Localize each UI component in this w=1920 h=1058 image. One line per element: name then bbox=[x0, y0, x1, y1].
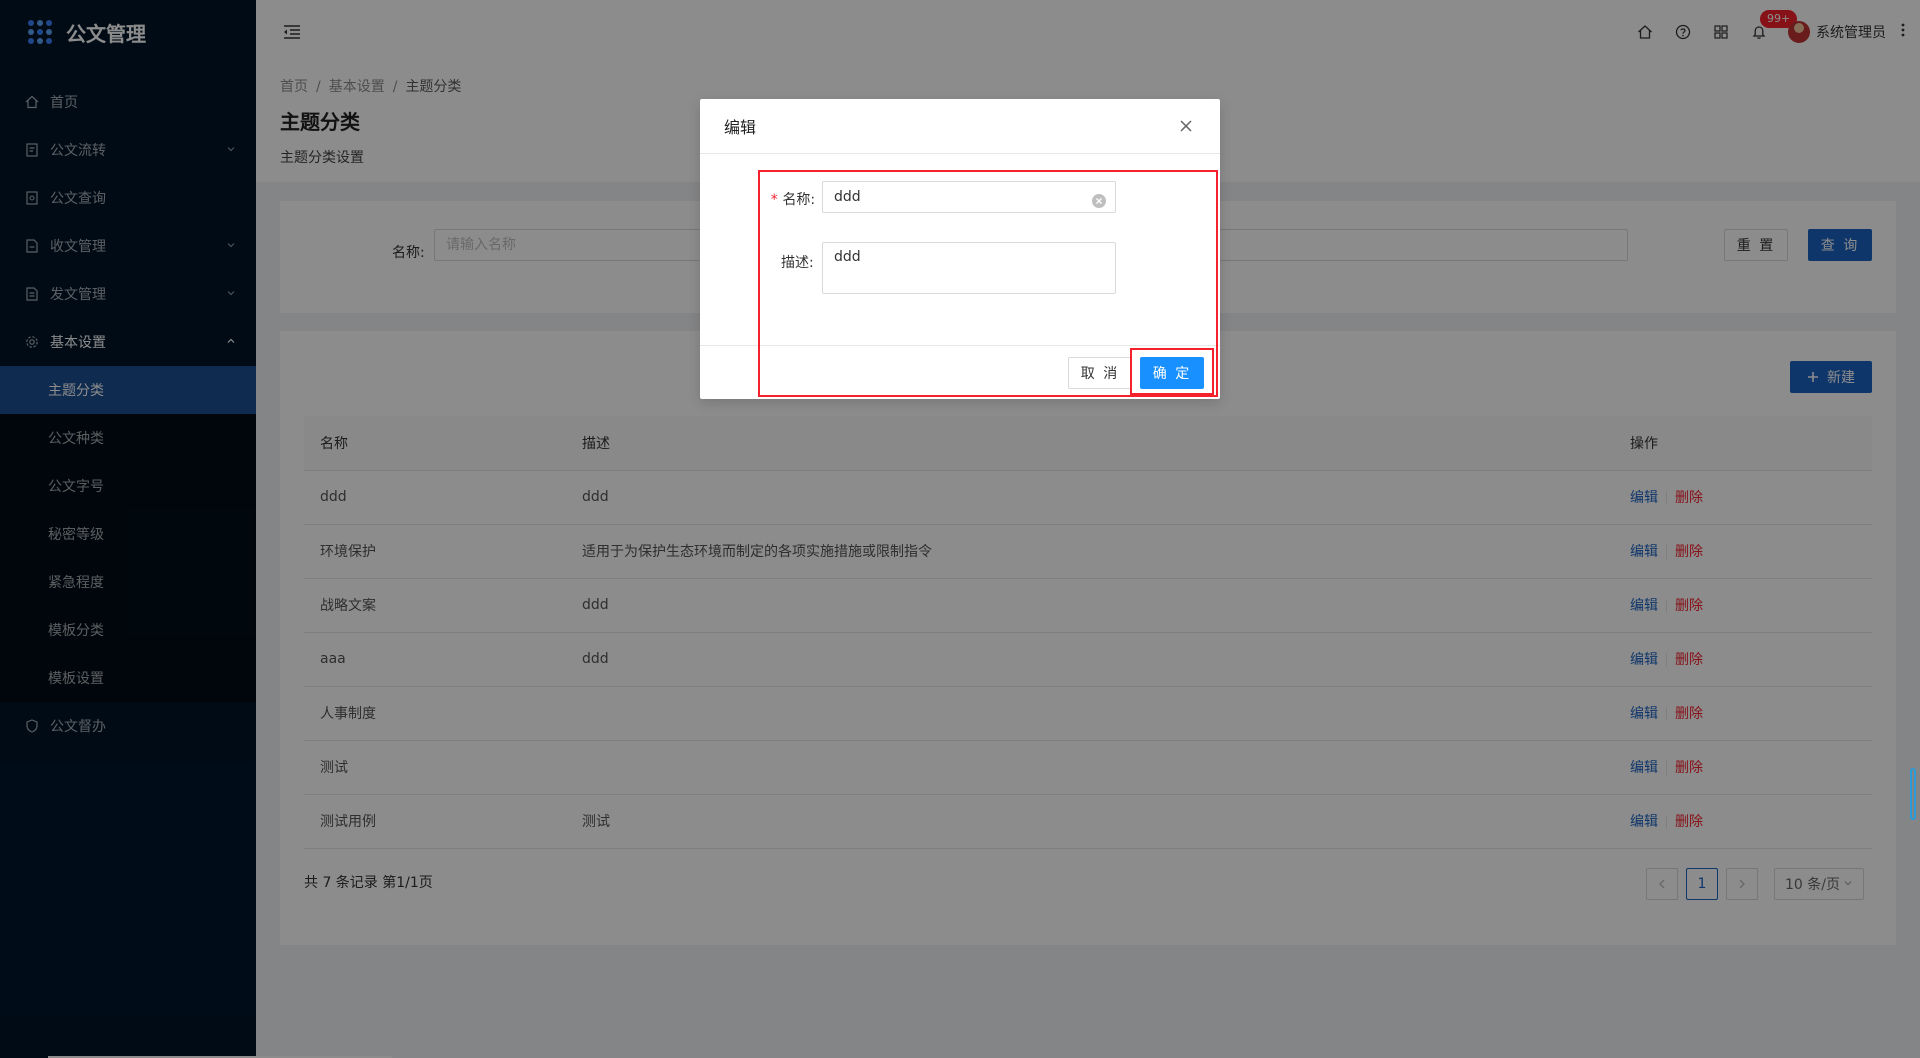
edit-modal: 编辑 *名称: 描述: 取 消 确 定 bbox=[700, 99, 1220, 399]
clear-input-icon[interactable] bbox=[1092, 194, 1106, 208]
modal-header: 编辑 bbox=[700, 99, 1220, 154]
scroll-indicator[interactable] bbox=[1910, 768, 1916, 820]
modal-title: 编辑 bbox=[724, 118, 757, 137]
confirm-button[interactable]: 确 定 bbox=[1140, 357, 1204, 389]
name-field-input[interactable] bbox=[822, 181, 1116, 213]
name-field-label: * 名称: bbox=[770, 189, 815, 209]
modal-footer: 取 消 确 定 bbox=[700, 345, 1220, 399]
cancel-button[interactable]: 取 消 bbox=[1068, 357, 1132, 389]
description-field-textarea[interactable] bbox=[822, 242, 1116, 294]
description-field-label: 描述: bbox=[781, 255, 814, 271]
name-field-label-text: 名称: bbox=[782, 192, 816, 208]
required-asterisk: * bbox=[770, 192, 779, 208]
close-icon[interactable] bbox=[1176, 116, 1196, 136]
